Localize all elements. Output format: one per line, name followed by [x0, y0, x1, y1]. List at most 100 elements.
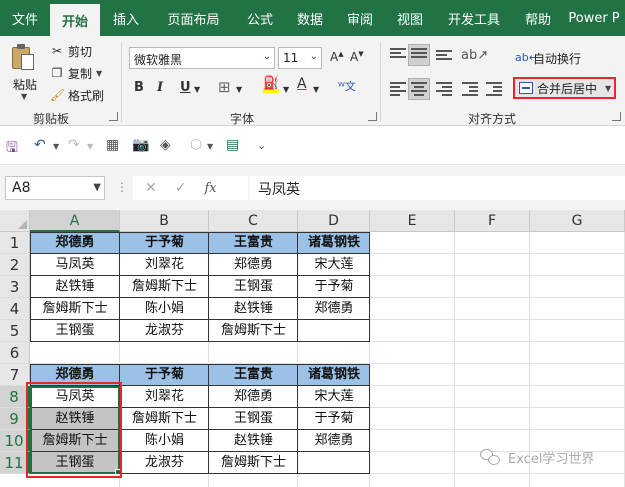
table-cell[interactable]: 詹姆斯下士 — [30, 298, 120, 320]
fill-color-icon[interactable]: ⛽ — [263, 76, 279, 93]
paste-button[interactable]: 粘贴 — [13, 76, 37, 93]
tab-insert[interactable]: 插入 — [100, 0, 152, 36]
tab-developer[interactable]: 开发工具 — [435, 0, 513, 36]
tab-file[interactable]: 文件 — [0, 0, 50, 36]
column-header-f[interactable]: F — [455, 210, 530, 232]
table-cell[interactable]: 王钢蛋 — [209, 276, 298, 298]
align-left-icon[interactable] — [390, 82, 406, 96]
paste-icon[interactable] — [12, 44, 36, 72]
table-cell[interactable]: 赵铁锤 — [30, 276, 120, 298]
name-box[interactable]: A8 ▼ — [5, 176, 105, 200]
camera-icon[interactable]: 📷 — [132, 137, 149, 153]
increase-indent-icon[interactable] — [486, 82, 502, 96]
column-header-c[interactable]: C — [209, 210, 298, 232]
table-cell[interactable]: 郑德勇 — [209, 386, 298, 408]
table-cell[interactable]: 赵铁锤 — [209, 430, 298, 452]
font-color-button[interactable]: A — [297, 76, 307, 92]
select-all-button[interactable] — [0, 210, 30, 232]
table-cell[interactable]: 陈小娟 — [120, 430, 209, 452]
paste-dropdown-icon[interactable]: ▼ — [21, 92, 27, 101]
table-header-cell[interactable]: 王富贵 — [209, 232, 298, 254]
top-align-icon[interactable] — [390, 48, 406, 62]
redo-icon[interactable]: ↷ — [68, 137, 80, 153]
tab-formulas[interactable]: 公式 — [235, 0, 285, 36]
selection-dropdown-icon[interactable]: ▼ — [207, 142, 213, 151]
table-header-cell[interactable]: 于予菊 — [120, 232, 209, 254]
tab-data[interactable]: 数据 — [285, 0, 335, 36]
alignment-launcher-icon[interactable] — [612, 112, 621, 121]
table-cell[interactable]: 龙淑芬 — [120, 320, 209, 342]
table-cell[interactable]: 詹姆斯下士 — [120, 276, 209, 298]
shape-icon[interactable]: ◈ — [160, 137, 171, 153]
column-header-b[interactable]: B — [120, 210, 209, 232]
table-header-cell[interactable]: 诸葛钢铁 — [298, 364, 370, 386]
redo-dropdown-icon[interactable]: ▼ — [87, 142, 93, 151]
selection-icon[interactable]: ⬡ — [190, 137, 202, 153]
table-cell[interactable]: 宋大莲 — [298, 386, 370, 408]
align-right-icon[interactable] — [436, 82, 452, 96]
italic-button[interactable]: I — [157, 80, 163, 95]
table-cell[interactable] — [298, 452, 370, 474]
form-icon[interactable]: ▦ — [106, 137, 119, 153]
undo-dropdown-icon[interactable]: ▼ — [53, 142, 59, 151]
column-header-d[interactable]: D — [298, 210, 370, 232]
table-cell[interactable]: 陈小娟 — [120, 298, 209, 320]
cancel-icon[interactable]: ✕ — [145, 180, 157, 196]
table-cell[interactable]: 詹姆斯下士 — [120, 408, 209, 430]
undo-icon[interactable]: ↶ — [34, 137, 46, 153]
table-cell[interactable]: 詹姆斯下士 — [209, 452, 298, 474]
tab-page-layout[interactable]: 页面布局 — [152, 0, 235, 36]
worksheet-grid[interactable]: A B C D E F G 1 2 3 4 5 6 7 8 9 10 11 郑德勇 于予菊 王富贵 诸葛钢铁 马凤英 刘翠花郑… — [0, 210, 625, 487]
copy-button[interactable]: ❐ 复制 ▼ — [50, 63, 103, 83]
table-cell[interactable]: 王钢蛋 — [209, 408, 298, 430]
format-painter-button[interactable]: 🖌 格式刷 — [50, 85, 104, 105]
fill-color-dropdown-icon[interactable]: ▼ — [283, 85, 289, 94]
table-header-cell[interactable]: 王富贵 — [209, 364, 298, 386]
tab-power-pivot[interactable]: Power P — [563, 0, 625, 36]
row-header-2[interactable]: 2 — [0, 254, 30, 276]
table-header-cell[interactable]: 诸葛钢铁 — [298, 232, 370, 254]
row-header-1[interactable]: 1 — [0, 232, 30, 254]
table-header-cell[interactable]: 郑德勇 — [30, 232, 120, 254]
decrease-indent-icon[interactable] — [462, 82, 478, 96]
table-cell[interactable]: 宋大莲 — [298, 254, 370, 276]
insert-function-icon[interactable]: fx — [204, 181, 216, 196]
font-size-decrease-icon[interactable]: A▼ — [350, 50, 364, 64]
chart-icon[interactable]: ▤ — [226, 137, 239, 153]
cut-button[interactable]: ✂ 剪切 — [50, 41, 92, 61]
row-header-4[interactable]: 4 — [0, 298, 30, 320]
borders-icon[interactable]: ⊞ — [218, 78, 231, 96]
table-cell[interactable]: 赵铁锤 — [209, 298, 298, 320]
enter-icon[interactable]: ✓ — [175, 180, 187, 196]
table-cell[interactable]: 龙淑芬 — [120, 452, 209, 474]
middle-align-icon[interactable] — [411, 48, 427, 62]
column-header-a[interactable]: A — [30, 210, 120, 232]
table-cell[interactable]: 于予菊 — [298, 276, 370, 298]
formula-input[interactable]: 马凤英 — [250, 176, 625, 200]
font-size-increase-icon[interactable]: A▲ — [330, 50, 344, 64]
tab-view[interactable]: 视图 — [385, 0, 435, 36]
column-header-g[interactable]: G — [530, 210, 625, 232]
merge-center-button[interactable]: 合并后居中 ▼ — [513, 77, 616, 99]
table-cell[interactable]: 于予菊 — [298, 408, 370, 430]
bold-button[interactable]: B — [134, 80, 144, 95]
font-name-select[interactable]: 微软雅黑 ⌄ — [129, 47, 275, 69]
table-header-cell[interactable]: 于予菊 — [120, 364, 209, 386]
font-size-select[interactable]: 11 ⌄ — [278, 47, 322, 69]
wrap-text-button[interactable]: ab↵ 自动换行 — [515, 48, 581, 68]
table-cell[interactable]: 刘翠花 — [120, 254, 209, 276]
table-cell[interactable]: 王钢蛋 — [30, 320, 120, 342]
customize-toolbar-icon[interactable]: ⌄ — [257, 139, 266, 152]
underline-button[interactable]: U — [180, 80, 191, 95]
borders-dropdown-icon[interactable]: ▼ — [236, 85, 242, 94]
row-header-3[interactable]: 3 — [0, 276, 30, 298]
table-cell[interactable]: 詹姆斯下士 — [209, 320, 298, 342]
phonetic-guide-icon[interactable]: ᵂ文 — [338, 78, 356, 94]
table-cell[interactable]: 刘翠花 — [120, 386, 209, 408]
tab-home[interactable]: 开始 — [50, 4, 100, 36]
row-header-6[interactable]: 6 — [0, 342, 30, 364]
table-cell[interactable]: 马凤英 — [30, 254, 120, 276]
table-cell[interactable]: 郑德勇 — [298, 298, 370, 320]
copy-dropdown-icon[interactable]: ▼ — [96, 69, 102, 78]
tab-review[interactable]: 审阅 — [335, 0, 385, 36]
